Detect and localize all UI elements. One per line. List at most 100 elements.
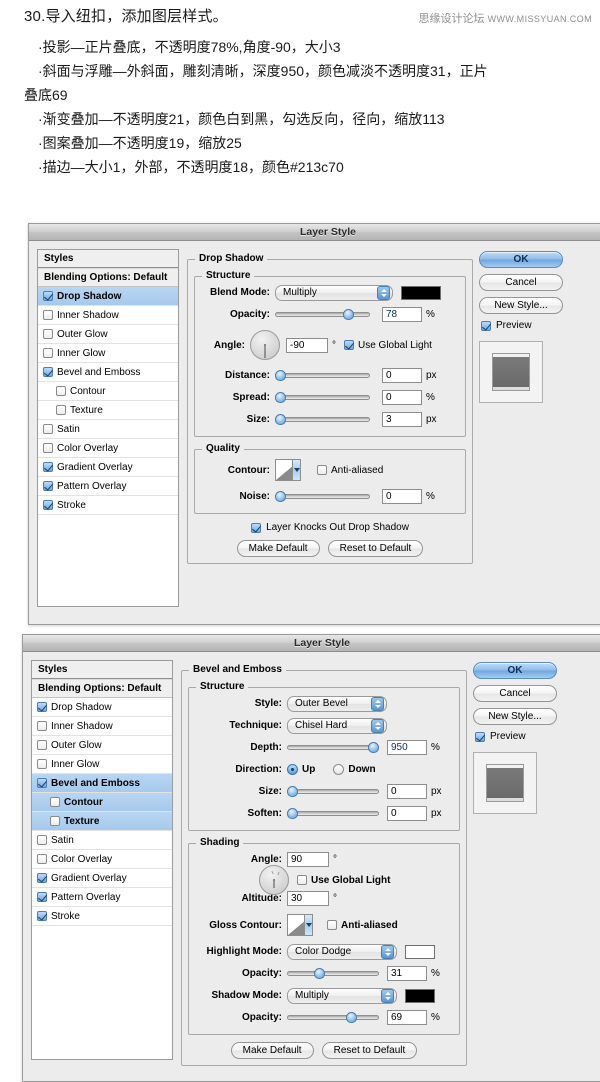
make-default-button[interactable]: Make Default	[230, 1042, 314, 1059]
gloss-contour-picker[interactable]	[287, 914, 313, 936]
noise-input[interactable]: 0	[382, 489, 422, 504]
new-style-button[interactable]: New Style...	[473, 708, 557, 725]
style-enable-checkbox[interactable]	[37, 759, 47, 769]
style-list-item[interactable]: Inner Shadow	[38, 306, 178, 325]
style-enable-checkbox[interactable]	[37, 873, 47, 883]
style-enable-checkbox[interactable]	[43, 367, 53, 377]
style-list-item[interactable]: Color Overlay	[32, 850, 172, 869]
style-list-item[interactable]: Drop Shadow	[38, 287, 178, 306]
style-enable-checkbox[interactable]	[50, 816, 60, 826]
make-default-button[interactable]: Make Default	[236, 540, 320, 557]
style-list-item[interactable]: Inner Glow	[32, 755, 172, 774]
soften-slider[interactable]	[287, 807, 379, 820]
highlight-opacity-input[interactable]: 31	[387, 966, 427, 981]
style-enable-checkbox[interactable]	[43, 462, 53, 472]
blending-options-row[interactable]: Blending Options: Default	[38, 268, 178, 287]
direction-down-radio[interactable]	[333, 764, 345, 775]
chevron-updown-icon[interactable]	[381, 944, 394, 959]
cancel-button[interactable]: Cancel	[473, 685, 557, 702]
use-global-light-checkbox[interactable]	[344, 340, 354, 350]
preview-checkbox[interactable]	[475, 731, 485, 742]
shadow-color-swatch[interactable]	[405, 988, 435, 1003]
reset-to-default-button[interactable]: Reset to Default	[327, 540, 424, 557]
style-list-item[interactable]: Color Overlay	[38, 439, 178, 458]
style-list-item[interactable]: Texture	[32, 812, 172, 831]
style-list-item[interactable]: Pattern Overlay	[38, 477, 178, 496]
style-list-item[interactable]: Outer Glow	[32, 736, 172, 755]
shadow-mode-select[interactable]: Multiply	[287, 987, 397, 1004]
style-enable-checkbox[interactable]	[56, 386, 66, 396]
style-list-item[interactable]: Contour	[32, 793, 172, 812]
ok-button[interactable]: OK	[473, 662, 557, 679]
altitude-input[interactable]: 30	[287, 891, 329, 906]
style-enable-checkbox[interactable]	[43, 424, 53, 434]
angle-input[interactable]: -90	[286, 337, 328, 353]
style-list-item[interactable]: Stroke	[32, 907, 172, 926]
chevron-updown-icon[interactable]	[371, 718, 384, 733]
distance-input[interactable]: 0	[382, 368, 422, 383]
style-enable-checkbox[interactable]	[37, 835, 47, 845]
opacity-input[interactable]: 78	[382, 307, 422, 322]
style-enable-checkbox[interactable]	[43, 443, 53, 453]
spread-input[interactable]: 0	[382, 390, 422, 405]
soften-input[interactable]: 0	[387, 806, 427, 821]
chevron-updown-icon[interactable]	[381, 988, 394, 1003]
style-enable-checkbox[interactable]	[43, 310, 53, 320]
size-slider[interactable]	[287, 785, 379, 798]
style-enable-checkbox[interactable]	[37, 721, 47, 731]
distance-slider[interactable]	[275, 369, 370, 382]
style-list-item[interactable]: Pattern Overlay	[32, 888, 172, 907]
ok-button[interactable]: OK	[479, 251, 563, 268]
style-list-item[interactable]: Satin	[32, 831, 172, 850]
style-enable-checkbox[interactable]	[37, 892, 47, 902]
angle-dial[interactable]	[250, 330, 280, 360]
depth-input[interactable]: 950	[387, 740, 427, 755]
opacity-slider[interactable]	[275, 308, 370, 321]
shadow-opacity-slider[interactable]	[287, 1011, 379, 1024]
style-list-item[interactable]: Texture	[38, 401, 178, 420]
drop-shadow-color-swatch[interactable]	[401, 285, 441, 300]
spread-slider[interactable]	[275, 391, 370, 404]
style-list-item[interactable]: Drop Shadow	[32, 698, 172, 717]
preview-checkbox[interactable]	[481, 320, 491, 331]
use-global-light-checkbox[interactable]	[297, 875, 307, 885]
size-input[interactable]: 0	[387, 784, 427, 799]
highlight-mode-select[interactable]: Color Dodge	[287, 943, 397, 960]
styles-list[interactable]: Styles Blending Options: Default Drop Sh…	[31, 660, 173, 1060]
styles-list[interactable]: Styles Blending Options: Default Drop Sh…	[37, 249, 179, 607]
contour-preset-picker[interactable]	[275, 459, 301, 481]
style-list-item[interactable]: Inner Glow	[38, 344, 178, 363]
highlight-color-swatch[interactable]	[405, 944, 435, 959]
direction-up-radio[interactable]	[287, 764, 298, 775]
style-enable-checkbox[interactable]	[50, 797, 60, 807]
blend-mode-select[interactable]: Multiply	[275, 284, 393, 301]
altitude-angle-dial[interactable]	[259, 865, 289, 895]
style-list-item[interactable]: Inner Shadow	[32, 717, 172, 736]
style-enable-checkbox[interactable]	[43, 291, 53, 301]
style-enable-checkbox[interactable]	[43, 481, 53, 491]
size-slider[interactable]	[275, 413, 370, 426]
technique-select[interactable]: Chisel Hard	[287, 717, 387, 734]
style-list-item[interactable]: Bevel and Emboss	[32, 774, 172, 793]
cancel-button[interactable]: Cancel	[479, 274, 563, 291]
style-enable-checkbox[interactable]	[37, 702, 47, 712]
style-enable-checkbox[interactable]	[43, 500, 53, 510]
style-list-item[interactable]: Contour	[38, 382, 178, 401]
layer-style-dialog-drop-shadow[interactable]: Layer Style Styles Blending Options: Def…	[28, 223, 600, 625]
style-enable-checkbox[interactable]	[37, 740, 47, 750]
style-list-item[interactable]: Gradient Overlay	[32, 869, 172, 888]
shading-angle-input[interactable]: 90	[287, 852, 329, 867]
highlight-opacity-slider[interactable]	[287, 967, 379, 980]
style-list-item[interactable]: Gradient Overlay	[38, 458, 178, 477]
style-enable-checkbox[interactable]	[37, 911, 47, 921]
bevel-style-select[interactable]: Outer Bevel	[287, 695, 387, 712]
style-enable-checkbox[interactable]	[43, 329, 53, 339]
blending-options-row[interactable]: Blending Options: Default	[32, 679, 172, 698]
style-enable-checkbox[interactable]	[43, 348, 53, 358]
anti-aliased-checkbox[interactable]	[327, 920, 337, 930]
chevron-updown-icon[interactable]	[377, 285, 390, 300]
reset-to-default-button[interactable]: Reset to Default	[321, 1042, 418, 1059]
style-enable-checkbox[interactable]	[56, 405, 66, 415]
style-list-item[interactable]: Satin	[38, 420, 178, 439]
new-style-button[interactable]: New Style...	[479, 297, 563, 314]
